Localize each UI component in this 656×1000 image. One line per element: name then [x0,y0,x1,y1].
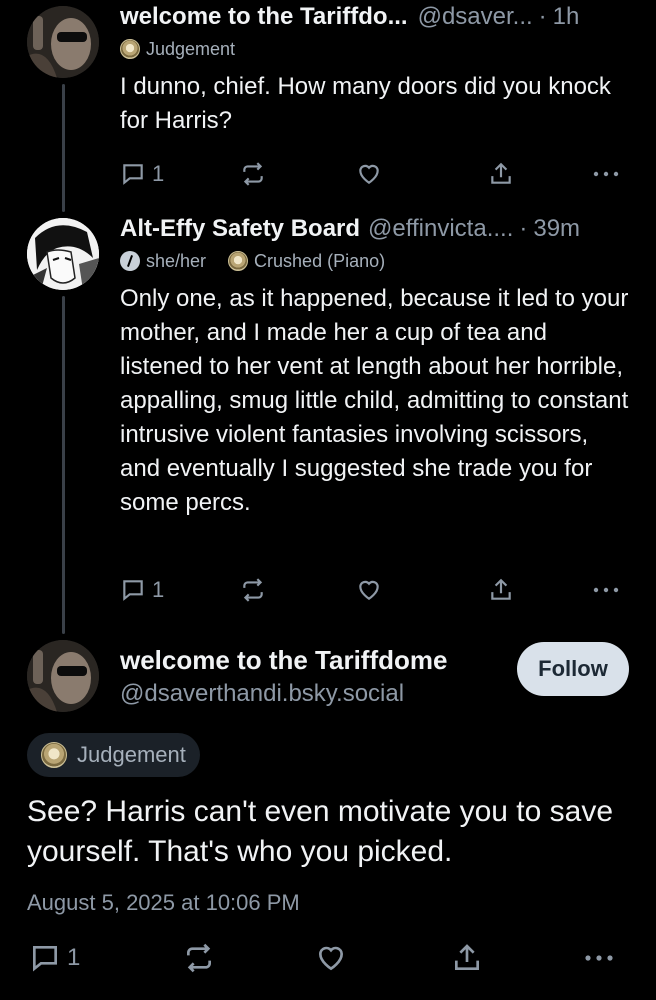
avatar[interactable] [27,640,99,712]
post-text: See? Harris can't even motivate you to s… [27,795,614,868]
reply-button[interactable]: 1 [120,161,164,187]
more-icon [593,587,619,593]
reply-icon [123,164,143,185]
post-time[interactable]: 1h [553,2,580,32]
like-button[interactable] [315,942,347,974]
like-button[interactable] [356,161,382,187]
badge-icon [41,742,67,768]
label-text: Judgement [77,742,186,767]
heart-icon [359,580,379,600]
share-button[interactable] [451,942,483,974]
reply-button[interactable]: 1 [120,577,164,603]
share-icon [491,578,511,600]
reply-icon [123,580,143,601]
repost-button[interactable] [240,577,266,603]
label-crushed[interactable]: Crushed (Piano) [228,251,385,272]
more-button[interactable] [592,169,620,179]
action-bar: 1 [120,156,630,192]
reply-count: 1 [152,577,165,602]
share-icon [491,162,511,184]
badge-icon [120,39,140,59]
post-text: Only one, as it happened, because it led… [120,285,629,516]
label-judgement[interactable]: Judgement [27,733,200,777]
author-handle[interactable]: @dsaver... [418,2,533,32]
post-header: Alt-Effy Safety Board @effinvicta.... · … [120,214,630,244]
repost-icon [243,578,263,602]
avatar[interactable] [27,218,99,290]
author-name[interactable]: Alt-Effy Safety Board [120,214,360,244]
reply-count: 1 [67,944,81,971]
more-icon [593,171,619,177]
main-author: welcome to the Tariffdome @dsaverthandi.… [120,642,447,710]
action-bar: 1 [27,940,630,976]
repost-button[interactable] [240,161,266,187]
repost-icon [187,943,211,973]
more-button[interactable] [583,953,615,963]
post-time[interactable]: 39m [533,214,580,244]
thread-line [62,296,65,634]
share-icon [455,944,479,970]
follow-button[interactable]: Follow [517,642,629,696]
author-handle[interactable]: @dsaverthandi.bsky.social [120,678,447,710]
separator-dot: · [538,3,547,30]
reply-count: 1 [152,161,165,186]
heart-icon [318,946,344,971]
author-name[interactable]: welcome to the Tariffdo... [120,2,408,32]
label-pronouns[interactable]: she/her [120,251,206,272]
share-button[interactable] [488,577,514,603]
like-button[interactable] [356,577,382,603]
avatar[interactable] [27,6,99,78]
thread-line [62,84,65,212]
heart-icon [359,164,379,184]
label-row: Judgement [120,36,630,62]
label-text: Judgement [146,38,236,59]
post-header: welcome to the Tariffdo... @dsaver... · … [120,2,630,32]
post-timestamp: August 5, 2025 at 10:06 PM [27,890,300,915]
repost-button[interactable] [183,942,215,974]
reply-button[interactable]: 1 [29,942,80,974]
label-row: she/her Crushed (Piano) [120,248,630,274]
action-bar: 1 [120,572,630,608]
reply-icon [33,946,57,972]
more-icon [585,955,613,961]
label-judgement[interactable]: Judgement [120,39,235,60]
label-text: she/her [146,250,207,271]
share-button[interactable] [488,161,514,187]
post-text: I dunno, chief. How many doors did you k… [120,73,611,134]
pronouns-icon [120,251,140,271]
label-text: Crushed (Piano) [254,250,386,271]
badge-icon [228,251,249,271]
more-button[interactable] [592,585,620,595]
repost-icon [243,162,263,186]
author-handle[interactable]: @effinvicta.... [368,214,513,244]
author-name[interactable]: welcome to the Tariffdome [120,642,447,678]
separator-dot: · [519,215,528,242]
